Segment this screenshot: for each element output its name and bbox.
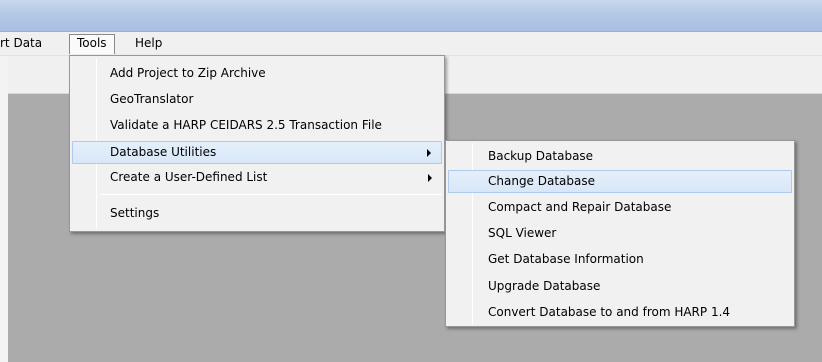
menu-item-label: Backup Database — [488, 149, 594, 163]
menu-item-label: Add Project to Zip Archive — [110, 66, 266, 80]
submenu-item-get-db-info[interactable]: Get Database Information — [448, 248, 792, 271]
menu-item-geotranslator[interactable]: GeoTranslator — [72, 88, 442, 111]
tools-menu: Add Project to Zip Archive GeoTranslator… — [69, 55, 445, 232]
database-utilities-submenu: Backup Database Change Database Compact … — [445, 140, 795, 327]
menu-item-label: Convert Database to and from HARP 1.4 — [488, 305, 731, 319]
submenu-arrow-icon — [428, 174, 432, 182]
menu-item-label: Get Database Information — [488, 252, 644, 266]
menu-item-label: Create a User-Defined List — [110, 170, 268, 184]
menu-separator — [100, 194, 442, 195]
menu-import-data[interactable]: rt Data — [0, 34, 49, 54]
menu-item-label: GeoTranslator — [110, 92, 194, 106]
menu-item-label: Validate a HARP CEIDARS 2.5 Transaction … — [110, 118, 382, 132]
menu-item-database-utilities[interactable]: Database Utilities — [72, 141, 442, 164]
menu-bar: rt Data Tools Help — [0, 32, 822, 56]
menu-item-label: SQL Viewer — [488, 226, 557, 240]
submenu-arrow-icon — [427, 149, 431, 157]
submenu-item-compact-repair[interactable]: Compact and Repair Database — [448, 196, 792, 219]
submenu-item-upgrade-database[interactable]: Upgrade Database — [448, 275, 792, 298]
menu-item-settings[interactable]: Settings — [72, 202, 442, 225]
submenu-item-convert-harp14[interactable]: Convert Database to and from HARP 1.4 — [448, 301, 792, 324]
menu-help[interactable]: Help — [128, 34, 169, 54]
menu-item-label: Change Database — [488, 174, 596, 188]
menu-item-label: Upgrade Database — [488, 279, 601, 293]
menu-item-label: Settings — [110, 206, 160, 220]
submenu-item-backup-database[interactable]: Backup Database — [448, 145, 792, 168]
menu-item-label: Compact and Repair Database — [488, 200, 672, 214]
application-window: rt Data Tools Help Add Project to Zip Ar… — [0, 0, 822, 362]
menu-item-validate-harp[interactable]: Validate a HARP CEIDARS 2.5 Transaction … — [72, 114, 442, 137]
menu-tools[interactable]: Tools — [69, 34, 115, 54]
menu-item-create-user-list[interactable]: Create a User-Defined List — [72, 166, 442, 189]
submenu-item-change-database[interactable]: Change Database — [448, 170, 792, 193]
menu-item-add-project-zip[interactable]: Add Project to Zip Archive — [72, 62, 442, 85]
menu-item-label: Database Utilities — [110, 145, 217, 159]
left-panel-edge — [0, 56, 8, 362]
title-bar — [0, 0, 822, 32]
submenu-item-sql-viewer[interactable]: SQL Viewer — [448, 222, 792, 245]
